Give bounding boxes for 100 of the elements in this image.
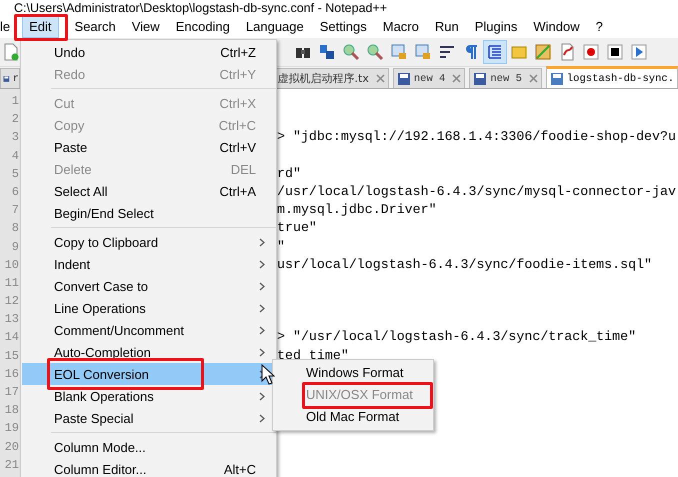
line-number: 13 <box>4 311 20 328</box>
tab-label: 虚拟机启动程序.tx <box>278 71 369 86</box>
shortcut-text: Alt+C <box>224 462 256 476</box>
line-number: 14 <box>4 329 20 346</box>
menu-label: Redo <box>54 66 86 82</box>
line-number: 3 <box>10 129 20 146</box>
menu-entry[interactable]: Undo Ctrl+Z <box>22 41 275 63</box>
menu-item[interactable]: Settings <box>314 15 373 38</box>
line-number: 17 <box>4 384 20 401</box>
menu-item[interactable]: Language <box>240 15 310 38</box>
line-number: 7 <box>10 202 20 220</box>
file-tab[interactable]: new 4 <box>392 68 466 88</box>
close-icon[interactable] <box>452 74 462 83</box>
menu-entry[interactable]: Paste Ctrl+V <box>22 136 275 158</box>
menu-entry[interactable]: Copy to Clipboard <box>22 231 275 253</box>
line-number: 4 <box>10 148 20 165</box>
menu-entry[interactable]: Column Editor... Alt+C <box>22 458 275 477</box>
code-line: rd" <box>277 166 301 181</box>
menu-label: EOL Conversion <box>54 366 149 382</box>
line-number: 21 <box>4 456 20 474</box>
shortcut-text: Ctrl+X <box>220 96 256 110</box>
menu-item[interactable]: Window <box>527 15 586 38</box>
menu-label: Column Editor... <box>54 462 146 476</box>
tab-label: logstash-db-sync. <box>566 72 674 84</box>
code-line: true" <box>277 220 317 236</box>
menu-label: Delete <box>54 162 92 176</box>
line-number: 9 <box>10 238 20 256</box>
new-file-icon[interactable] <box>2 43 20 61</box>
line-number: 20 <box>4 438 20 456</box>
menu-item[interactable]: le <box>0 15 16 38</box>
file-tab[interactable]: logstash-db-sync. <box>546 66 678 88</box>
menu-entry[interactable]: Line Operations <box>22 297 275 319</box>
menu-entry[interactable]: Convert Case to <box>22 275 275 297</box>
code-line: ted time" <box>277 348 349 363</box>
submenu-entry[interactable]: Old Mac Format <box>273 406 433 428</box>
file-tab[interactable]: 虚拟机启动程序.tx <box>274 68 389 88</box>
menu-label: Blank Operations <box>54 388 154 404</box>
tab-label: new 5 <box>490 72 522 84</box>
submenu-entry[interactable]: Windows Format <box>273 362 433 384</box>
line-number: 6 <box>10 184 20 201</box>
menu-item[interactable]: View <box>126 15 166 38</box>
menu-label: Auto-Completion <box>54 344 151 360</box>
menu-item[interactable]: Edit <box>22 15 59 38</box>
shortcut-text: Ctrl+A <box>220 184 256 198</box>
shortcut-text: DEL <box>230 162 256 176</box>
indent-guide-icon[interactable] <box>484 41 506 63</box>
code-line: > "jdbc:mysql://192.168.1.4:3306/foodie-shop-dev?u <box>277 129 676 144</box>
menu-label: Undo <box>54 44 86 60</box>
menu-entry[interactable]: Auto-Completion <box>22 341 275 363</box>
mouse-cursor-icon <box>261 364 275 385</box>
menu-item[interactable]: Encoding <box>170 15 236 38</box>
menu-label: Indent <box>54 256 90 272</box>
shortcut-text: Ctrl+V <box>220 140 256 154</box>
menu-entry[interactable]: EOL Conversion <box>22 363 275 385</box>
line-number: 11 <box>4 274 20 292</box>
menu-item[interactable]: Plugins <box>468 15 524 38</box>
file-tab[interactable]: new 5 <box>469 68 542 88</box>
shortcut-text: Ctrl+Z <box>220 44 256 60</box>
menu-item[interactable]: ? <box>590 15 609 38</box>
code-line: /usr/local/logstash-6.4.3/sync/mysql-connector-jav <box>277 184 676 199</box>
menu-label: Begin/End Select <box>54 206 154 220</box>
code-line: usr/local/logstash-6.4.3/sync/foodie-items.sql" <box>277 256 652 272</box>
menu-entry[interactable]: Select All Ctrl+A <box>22 180 275 202</box>
line-number: 10 <box>4 256 20 274</box>
menu-label: Select All <box>54 184 108 198</box>
menu-label: Copy <box>54 118 84 132</box>
menu-entry[interactable]: Paste Special <box>22 407 275 429</box>
menu-item[interactable]: Macro <box>376 15 425 38</box>
shortcut-text: Ctrl+C <box>218 118 256 132</box>
line-number: 16 <box>4 366 20 383</box>
line-number: 12 <box>4 293 20 310</box>
line-number: 5 <box>10 166 20 183</box>
code-line: m.mysql.jdbc.Driver" <box>277 202 437 218</box>
tab-label: new 4 <box>414 72 446 84</box>
shortcut-text: Ctrl+Y <box>220 66 256 82</box>
line-number: 8 <box>10 220 20 238</box>
line-number: 2 <box>10 111 20 128</box>
line-number: 18 <box>4 402 20 420</box>
tab-label: r <box>12 72 19 84</box>
menu-entry[interactable]: Indent <box>22 253 275 275</box>
close-icon[interactable] <box>528 74 538 83</box>
code-line: > "/usr/local/logstash-6.4.3/sync/track_time" <box>277 329 636 344</box>
menu-label: Cut <box>54 96 74 110</box>
line-number: 15 <box>4 348 20 365</box>
line-number: 19 <box>4 420 20 438</box>
close-icon[interactable] <box>376 74 385 83</box>
menu-entry[interactable]: Comment/Uncomment <box>22 319 275 341</box>
code-line: " <box>277 238 285 254</box>
menu-entry[interactable]: Column Mode... <box>22 436 275 458</box>
menu-entry[interactable]: Blank Operations <box>22 385 275 407</box>
menu-item[interactable]: Run <box>428 15 465 38</box>
line-number: 1 <box>10 93 20 110</box>
menu-label: Comment/Uncomment <box>54 322 184 338</box>
menu-label: Line Operations <box>54 300 146 316</box>
menu-label: Paste <box>54 140 88 154</box>
menu-item[interactable]: Search <box>68 15 122 38</box>
window-title: C:\Users\Administrator\Desktop\logstash-db-sync.conf - Notepad++ <box>14 1 388 15</box>
menu-entry[interactable]: Begin/End Select <box>22 202 275 224</box>
menu-label: Convert Case to <box>54 278 148 294</box>
file-tab[interactable]: r <box>0 68 20 88</box>
